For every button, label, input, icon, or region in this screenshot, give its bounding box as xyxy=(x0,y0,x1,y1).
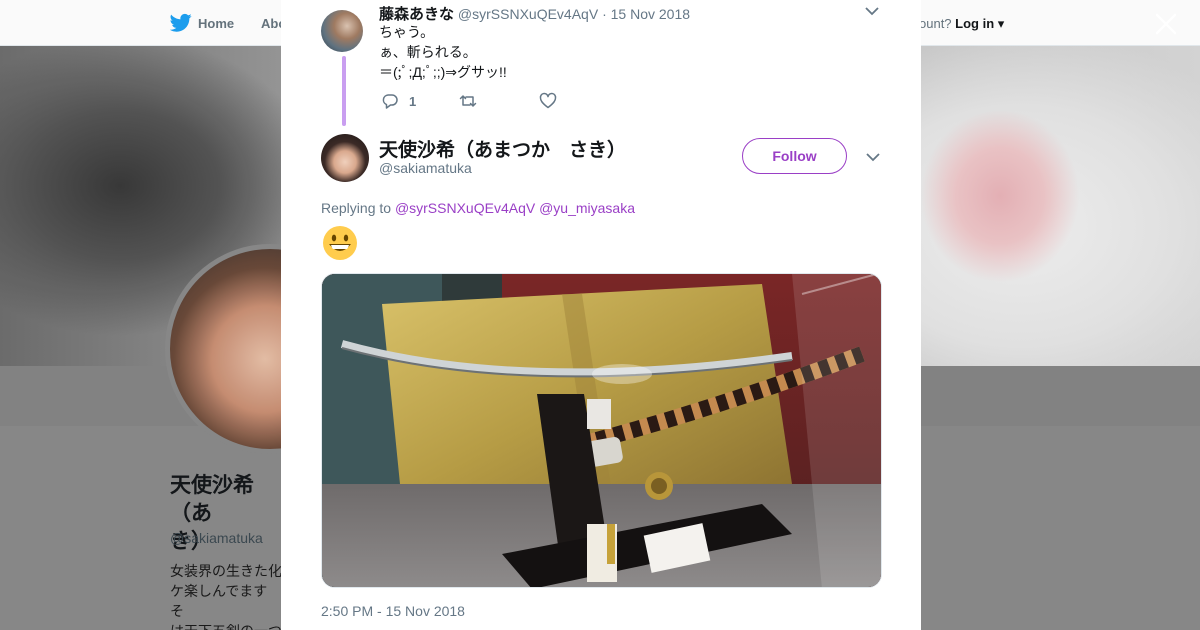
tweet-timestamp[interactable]: 2:50 PM - 15 Nov 2018 xyxy=(321,603,465,619)
tweet-permalink-modal: 藤森あきな @syrSSNXuQEv4AqV · 15 Nov 2018 ちゃう… xyxy=(281,0,921,630)
header-separator: · xyxy=(602,6,607,22)
parent-tweet-date[interactable]: 15 Nov 2018 xyxy=(611,6,690,22)
main-tweet-handle[interactable]: @sakiamatuka xyxy=(379,160,472,176)
chevron-down-icon[interactable] xyxy=(865,6,879,16)
main-tweet-avatar[interactable] xyxy=(321,134,369,182)
parent-tweet-header: 藤森あきな @syrSSNXuQEv4AqV · 15 Nov 2018 xyxy=(379,3,690,24)
replying-to-prefix: Replying to xyxy=(321,200,392,216)
parent-tweet-display-name[interactable]: 藤森あきな xyxy=(379,6,454,23)
retweet-icon xyxy=(459,95,477,107)
parent-tweet-text: ちゃう。 ぁ、斬られる。 ＝(;ﾟ;Д;ﾟ;;)⇒グサッ!! xyxy=(379,24,507,80)
replying-to-line: Replying to @syrSSNXuQEv4AqV @yu_miyasak… xyxy=(321,200,635,216)
tweet-photo[interactable] xyxy=(321,273,882,588)
parent-tweet-actions: 1 xyxy=(381,92,567,110)
close-icon[interactable] xyxy=(1152,10,1180,38)
grinning-face-emoji xyxy=(323,226,357,260)
like-button[interactable] xyxy=(539,92,567,110)
katana-display-photo xyxy=(322,274,881,587)
heart-icon xyxy=(539,92,557,109)
parent-tweet-avatar[interactable] xyxy=(321,10,363,52)
thread-connector xyxy=(342,56,346,126)
follow-button[interactable]: Follow xyxy=(742,138,847,174)
retweet-button[interactable] xyxy=(459,92,539,110)
mention-link[interactable]: @syrSSNXuQEv4AqV xyxy=(395,200,535,216)
reply-button[interactable]: 1 xyxy=(381,92,459,110)
chevron-down-icon[interactable] xyxy=(866,152,880,162)
reply-count: 1 xyxy=(409,93,417,109)
main-tweet-display-name[interactable]: 天使沙希（あまつか さき） xyxy=(379,135,626,162)
reply-icon xyxy=(382,94,398,109)
parent-tweet-handle[interactable]: @syrSSNXuQEv4AqV xyxy=(458,6,598,22)
mention-link[interactable]: @yu_miyasaka xyxy=(539,200,635,216)
parent-tweet[interactable]: 藤森あきな @syrSSNXuQEv4AqV · 15 Nov 2018 ちゃう… xyxy=(321,0,881,126)
